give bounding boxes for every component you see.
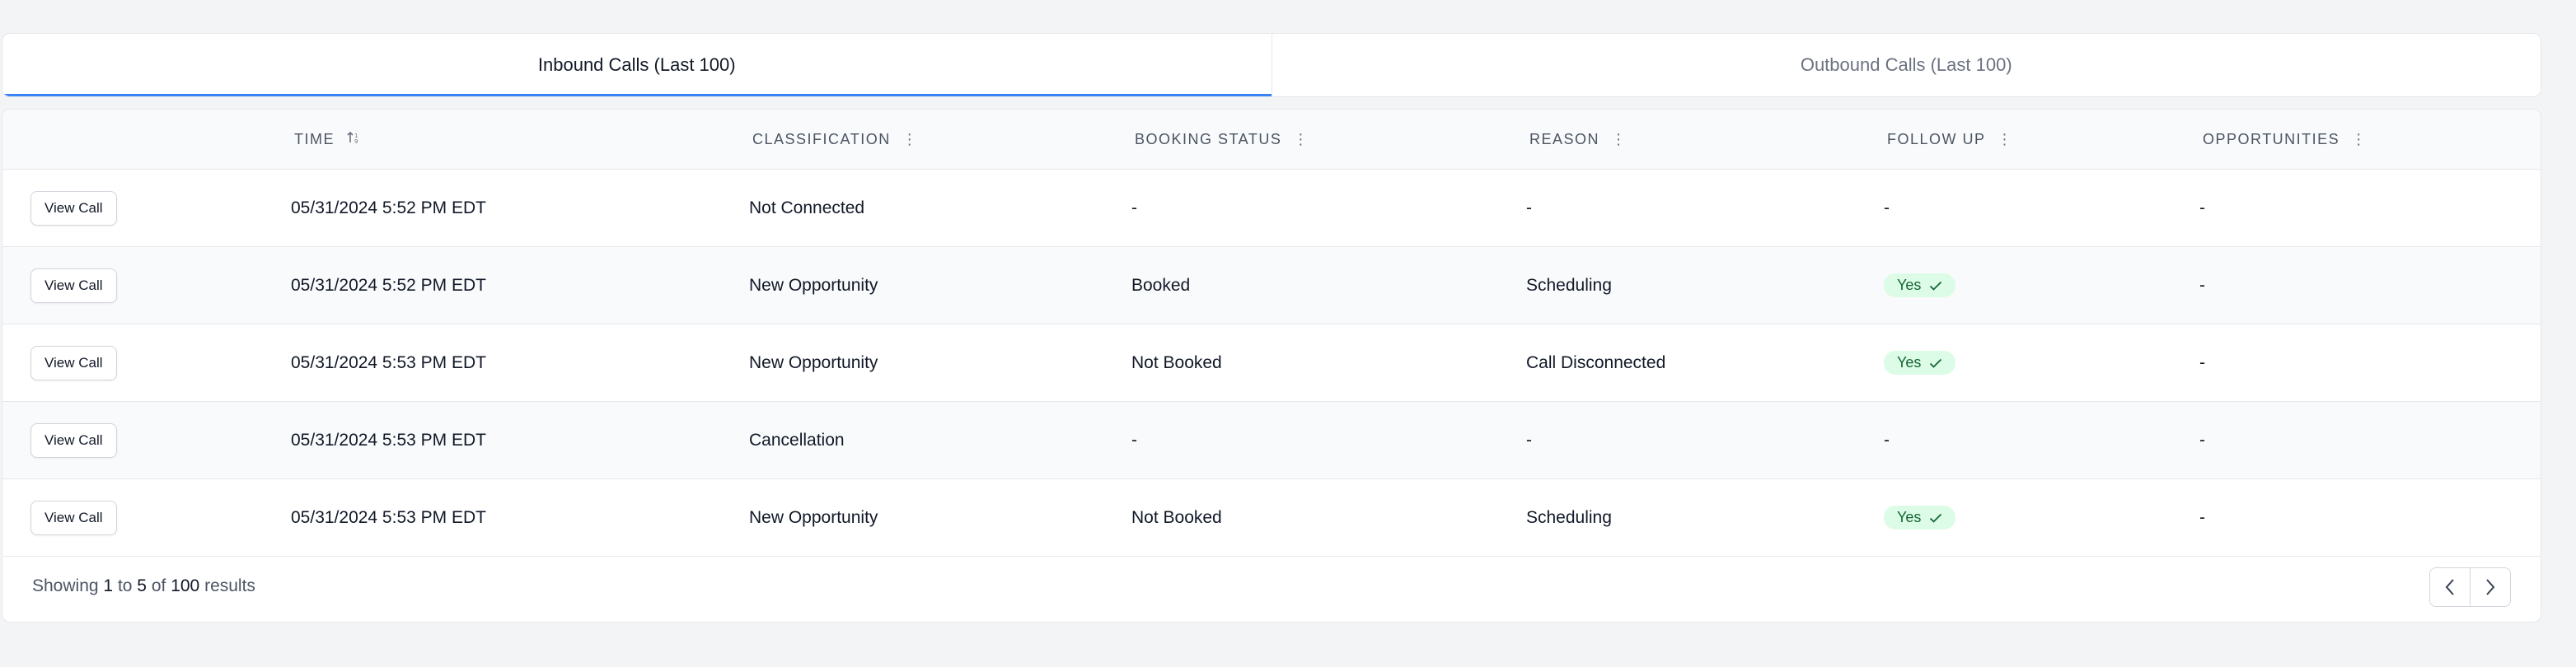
follow-up-badge-label: Yes	[1897, 354, 1922, 371]
summary-of-word: of	[151, 576, 166, 595]
call-tabs: Inbound Calls (Last 100) Outbound Calls …	[2, 33, 2541, 97]
cell-booking-status: -	[1131, 198, 1137, 217]
column-header-time[interactable]: Time 19	[294, 110, 363, 169]
cell-reason: Scheduling	[1526, 507, 1612, 527]
kebab-menu-icon[interactable]: ⋮	[2351, 131, 2366, 148]
cell-opportunities: -	[2199, 507, 2205, 527]
table-row: View Call 05/31/2024 5:52 PM EDT New Opp…	[2, 247, 2541, 324]
table-header: Time 19 Classification ⋮ Booking Status …	[2, 110, 2541, 170]
summary-total: 100	[171, 576, 200, 595]
view-call-button[interactable]: View Call	[30, 346, 117, 380]
kebab-menu-icon[interactable]: ⋮	[1611, 131, 1626, 148]
tab-outbound-calls[interactable]: Outbound Calls (Last 100)	[1271, 34, 2541, 96]
summary-to: 5	[137, 576, 147, 595]
chevron-right-icon	[2486, 579, 2495, 595]
summary-prefix: Showing	[32, 576, 99, 595]
cell-time: 05/31/2024 5:53 PM EDT	[291, 430, 486, 450]
cell-reason: Scheduling	[1526, 275, 1612, 295]
previous-page-button[interactable]	[2430, 568, 2470, 606]
column-header-follow-up[interactable]: Follow Up ⋮	[1887, 110, 2012, 169]
table-row: View Call 05/31/2024 5:53 PM EDT New Opp…	[2, 479, 2541, 557]
column-header-time-label: Time	[294, 130, 335, 147]
cell-classification: New Opportunity	[749, 507, 878, 527]
view-call-button[interactable]: View Call	[30, 268, 117, 303]
sort-icon[interactable]: 19	[346, 130, 363, 149]
pagination-summary: Showing 1 to 5 of 100 results	[32, 576, 255, 596]
cell-opportunities: -	[2199, 275, 2205, 295]
table-row: View Call 05/31/2024 5:52 PM EDT Not Con…	[2, 170, 2541, 247]
column-header-opportunities-label: Opportunities	[2203, 130, 2340, 147]
column-header-classification[interactable]: Classification ⋮	[752, 110, 917, 169]
kebab-menu-icon[interactable]: ⋮	[902, 131, 917, 148]
svg-text:9: 9	[354, 138, 358, 145]
tab-inbound-calls[interactable]: Inbound Calls (Last 100)	[2, 34, 1272, 96]
table-row: View Call 05/31/2024 5:53 PM EDT Cancell…	[2, 402, 2541, 479]
cell-opportunities: -	[2199, 352, 2205, 372]
cell-booking-status: -	[1131, 430, 1137, 450]
view-call-button[interactable]: View Call	[30, 501, 117, 535]
cell-opportunities: -	[2199, 198, 2205, 217]
cell-classification: Cancellation	[749, 430, 845, 450]
column-header-booking-status[interactable]: Booking Status ⋮	[1135, 110, 1308, 169]
cell-booking-status: Booked	[1131, 275, 1191, 295]
tab-outbound-calls-label: Outbound Calls (Last 100)	[1800, 54, 2012, 75]
follow-up-badge: Yes	[1884, 506, 1956, 529]
kebab-menu-icon[interactable]: ⋮	[1998, 131, 2012, 148]
table-row: View Call 05/31/2024 5:53 PM EDT New Opp…	[2, 324, 2541, 402]
follow-up-badge: Yes	[1884, 273, 1956, 297]
cell-classification: New Opportunity	[749, 352, 878, 372]
follow-up-badge-label: Yes	[1897, 509, 1922, 525]
cell-booking-status: Not Booked	[1131, 507, 1222, 527]
next-page-button[interactable]	[2470, 568, 2510, 606]
pagination-controls	[2429, 567, 2511, 607]
cell-time: 05/31/2024 5:52 PM EDT	[291, 198, 486, 217]
table-footer: Showing 1 to 5 of 100 results	[2, 551, 2541, 622]
check-icon	[1930, 358, 1942, 368]
chevron-left-icon	[2445, 579, 2454, 595]
column-header-opportunities[interactable]: Opportunities ⋮	[2203, 110, 2366, 169]
follow-up-badge-label: Yes	[1897, 277, 1922, 293]
cell-follow-up: Yes	[1884, 324, 1956, 401]
check-icon	[1930, 281, 1942, 291]
summary-suffix: results	[204, 576, 255, 595]
cell-follow-up: Yes	[1884, 247, 1956, 324]
cell-time: 05/31/2024 5:53 PM EDT	[291, 352, 486, 372]
column-header-reason-label: Reason	[1529, 130, 1600, 147]
view-call-button[interactable]: View Call	[30, 423, 117, 458]
calls-table-card: Time 19 Classification ⋮ Booking Status …	[2, 109, 2541, 623]
column-header-booking-status-label: Booking Status	[1135, 130, 1282, 147]
summary-to-word: to	[117, 576, 133, 595]
view-call-button[interactable]: View Call	[30, 191, 117, 226]
cell-reason: -	[1526, 198, 1532, 217]
cell-time: 05/31/2024 5:53 PM EDT	[291, 507, 486, 527]
cell-reason: Call Disconnected	[1526, 352, 1666, 372]
kebab-menu-icon[interactable]: ⋮	[1293, 131, 1308, 148]
tab-inbound-calls-label: Inbound Calls (Last 100)	[537, 54, 736, 75]
cell-follow-up: -	[1884, 198, 1890, 217]
column-header-reason[interactable]: Reason ⋮	[1529, 110, 1626, 169]
cell-classification: Not Connected	[749, 198, 865, 217]
cell-time: 05/31/2024 5:52 PM EDT	[291, 275, 486, 295]
column-header-follow-up-label: Follow Up	[1887, 130, 1986, 147]
cell-reason: -	[1526, 430, 1532, 450]
cell-opportunities: -	[2199, 430, 2205, 450]
cell-follow-up: Yes	[1884, 479, 1956, 556]
cell-follow-up: -	[1884, 430, 1890, 450]
follow-up-badge: Yes	[1884, 351, 1956, 375]
column-header-classification-label: Classification	[752, 130, 891, 147]
check-icon	[1930, 513, 1942, 523]
cell-classification: New Opportunity	[749, 275, 878, 295]
summary-from: 1	[103, 576, 114, 595]
cell-booking-status: Not Booked	[1131, 352, 1222, 372]
